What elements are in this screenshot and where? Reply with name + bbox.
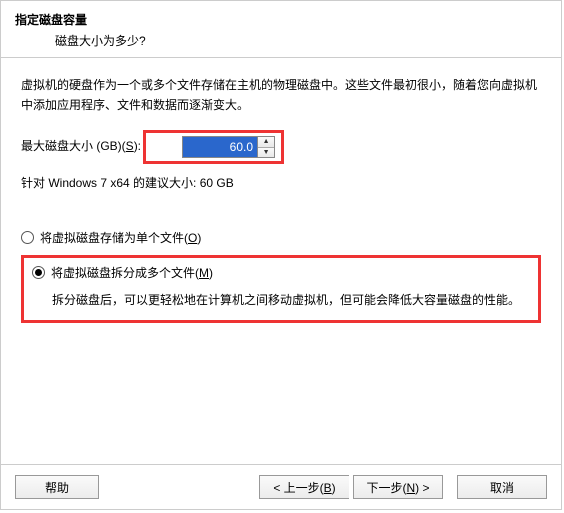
disk-size-label-pre: 最大磁盘大小 (GB)( [21,139,126,153]
back-post: ) [332,481,336,495]
radio-checked-icon [32,266,45,279]
option-split-hot: M [199,266,209,280]
next-hot: N [406,481,415,495]
option-split-post: ) [209,266,213,280]
disk-size-label: 最大磁盘大小 (GB)(S): [21,137,141,157]
back-hot: B [324,481,332,495]
option-single-hot: O [188,231,197,245]
wizard-dialog: 指定磁盘容量 磁盘大小为多少? 虚拟机的硬盘作为一个或多个文件存储在主机的物理磁… [0,0,562,510]
option-split-pre: 将虚拟磁盘拆分成多个文件( [51,266,199,280]
header-subtitle: 磁盘大小为多少? [55,32,547,49]
disk-size-highlight: ▲ ▼ [143,130,284,164]
header-title: 指定磁盘容量 [15,11,547,28]
spinner-buttons: ▲ ▼ [257,137,274,157]
back-button[interactable]: < 上一步(B) [259,475,349,499]
nav-button-pair: < 上一步(B) 下一步(N) > [259,475,443,499]
option-split-highlight: 将虚拟磁盘拆分成多个文件(M) 拆分磁盘后，可以更轻松地在计算机之间移动虚拟机，… [21,255,541,323]
spinner-down-icon[interactable]: ▼ [258,147,274,157]
next-button[interactable]: 下一步(N) > [353,475,443,499]
option-single-label: 将虚拟磁盘存储为单个文件(O) [40,229,201,249]
cancel-button[interactable]: 取消 [457,475,547,499]
dialog-footer: 帮助 < 上一步(B) 下一步(N) > 取消 [1,464,561,509]
disk-size-spinner: ▲ ▼ [182,136,275,158]
option-split-label: 将虚拟磁盘拆分成多个文件(M) [51,264,213,284]
option-single-post: ) [197,231,201,245]
option-split-files[interactable]: 将虚拟磁盘拆分成多个文件(M) [32,264,530,284]
radio-dot-icon [35,269,42,276]
next-pre: 下一步( [366,481,406,495]
next-post: ) > [415,481,429,495]
option-single-file[interactable]: 将虚拟磁盘存储为单个文件(O) [21,229,541,249]
help-button[interactable]: 帮助 [15,475,99,499]
option-split-description: 拆分磁盘后，可以更轻松地在计算机之间移动虚拟机，但可能会降低大容量磁盘的性能。 [52,290,530,310]
disk-size-input[interactable] [183,137,257,157]
dialog-content: 虚拟机的硬盘作为一个或多个文件存储在主机的物理磁盘中。这些文件最初很小，随着您向… [1,58,561,464]
radio-unchecked-icon [21,231,34,244]
description-text: 虚拟机的硬盘作为一个或多个文件存储在主机的物理磁盘中。这些文件最初很小，随着您向… [21,76,541,116]
recommended-size-text: 针对 Windows 7 x64 的建议大小: 60 GB [21,174,541,194]
back-pre: < 上一步( [273,481,323,495]
disk-size-label-post: ): [134,139,141,153]
option-single-pre: 将虚拟磁盘存储为单个文件( [40,231,188,245]
disk-size-hotkey: S [126,139,134,153]
dialog-header: 指定磁盘容量 磁盘大小为多少? [1,1,561,58]
spinner-up-icon[interactable]: ▲ [258,137,274,147]
disk-size-row: 最大磁盘大小 (GB)(S): ▲ ▼ [21,130,541,164]
